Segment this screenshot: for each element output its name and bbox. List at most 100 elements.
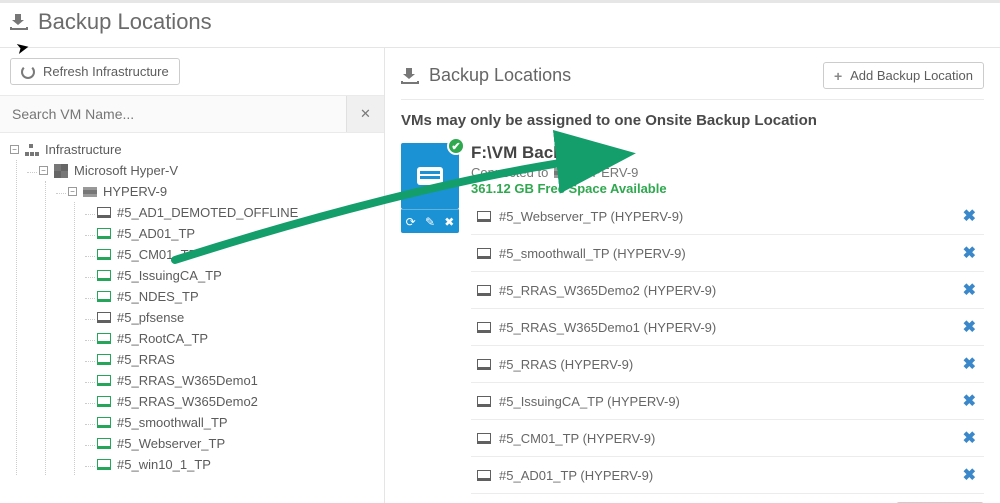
vm-monitor-icon [97, 249, 111, 260]
tree-vm-label: #5_AD1_DEMOTED_OFFLINE [117, 205, 298, 220]
tree-vm-item[interactable]: #5_RRAS_W365Demo1 [93, 370, 378, 391]
remove-vm-button[interactable]: ✖ [963, 428, 976, 448]
vm-monitor-icon [97, 228, 111, 239]
location-meta: F:\VM Backup 9\ Connected to HYPERV-9 36… [471, 143, 984, 503]
download-icon [10, 14, 28, 30]
assigned-vm-label: #5_RRAS_W365Demo2 (HYPERV-9) [499, 283, 716, 298]
refresh-button[interactable]: Refresh Infrastructure [10, 58, 180, 85]
tree-vm-item[interactable]: #5_pfsense [93, 307, 378, 328]
remove-vm-button[interactable]: ✖ [963, 243, 976, 263]
vm-monitor-icon [477, 285, 491, 296]
vm-monitor-icon [97, 207, 111, 218]
remove-vm-button[interactable]: ✖ [963, 465, 976, 485]
tree-hypervisor[interactable]: − Microsoft Hyper-V [35, 160, 378, 181]
tree-host[interactable]: − HYPERV-9 [64, 181, 378, 202]
tree-vm-item[interactable]: #5_win10_1_TP [93, 454, 378, 475]
assigned-vm-label: #5_IssuingCA_TP (HYPERV-9) [499, 394, 680, 409]
refresh-icon [21, 65, 35, 79]
vm-monitor-icon [97, 459, 111, 470]
collapse-toggle-icon[interactable]: − [39, 166, 48, 175]
refresh-row: Refresh Infrastructure [0, 48, 384, 96]
page-header: Backup Locations [0, 0, 1000, 48]
assigned-row: #5_IssuingCA_TP (HYPERV-9) ✖ [471, 383, 984, 420]
vm-monitor-icon [97, 375, 111, 386]
collapse-toggle-icon[interactable]: − [68, 187, 77, 196]
location-refresh-button[interactable]: ⟳ [406, 215, 416, 229]
status-ok-icon: ✔ [447, 137, 465, 155]
tree-vm-label: #5_win10_1_TP [117, 457, 211, 472]
infrastructure-icon [25, 144, 39, 156]
vm-monitor-icon [477, 322, 491, 333]
location-delete-button[interactable]: ✖ [444, 215, 454, 229]
location-status-text: Connected to [471, 165, 548, 180]
location-edit-button[interactable]: ✎ [425, 215, 435, 229]
vm-tree-scroll[interactable]: − Infrastructure − Microsoft Hyper-V [0, 133, 384, 503]
assigned-row: #5_CM01_TP (HYPERV-9)✖ [471, 420, 984, 457]
server-icon [83, 187, 97, 197]
assigned-vm-list: #5_Webserver_TP (HYPERV-9)✖ #5_smoothwall… [471, 198, 984, 494]
vm-monitor-icon [477, 433, 491, 444]
vm-monitor-icon [477, 470, 491, 481]
assigned-vm-label: #5_smoothwall_TP (HYPERV-9) [499, 246, 686, 261]
right-panel: Backup Locations + Add Backup Location V… [385, 48, 1000, 503]
tree-vm-label: #5_CM01_TP [117, 247, 197, 262]
vm-monitor-icon [97, 438, 111, 449]
vm-monitor-icon [97, 291, 111, 302]
remove-vm-button[interactable]: ✖ [963, 206, 976, 226]
vm-monitor-icon [97, 396, 111, 407]
backup-location-card: ✔ ⟳ ✎ ✖ F:\VM Backup 9\ Connected to HYP… [401, 143, 984, 503]
windows-icon [54, 164, 68, 178]
vm-monitor-icon [477, 248, 491, 259]
tree-vm-item[interactable]: #5_AD01_TP [93, 223, 378, 244]
search-row: ✕ [0, 96, 384, 133]
remove-vm-button[interactable]: ✖ [963, 391, 976, 411]
tree-vm-label: #5_pfsense [117, 310, 184, 325]
tree-vm-item[interactable]: #5_NDES_TP [93, 286, 378, 307]
vm-monitor-icon [97, 270, 111, 281]
tree-vm-label: #5_RRAS_W365Demo2 [117, 394, 258, 409]
location-host: HYPERV-9 [574, 165, 638, 180]
add-location-label: Add Backup Location [850, 68, 973, 83]
remove-vm-button[interactable]: ✖ [963, 317, 976, 337]
right-header: Backup Locations + Add Backup Location [401, 62, 984, 100]
location-free-space: 361.12 GB Free Space Available [471, 181, 984, 196]
onsite-note: VMs may only be assigned to one Onsite B… [401, 100, 984, 143]
tree-root-label: Infrastructure [45, 142, 122, 157]
tree-vm-item[interactable]: #5_RRAS_W365Demo2 [93, 391, 378, 412]
search-input[interactable] [0, 96, 346, 132]
assigned-row: #5_RRAS (HYPERV-9)✖ [471, 346, 984, 383]
add-location-button[interactable]: + Add Backup Location [823, 62, 984, 89]
location-actions: ⟳ ✎ ✖ [401, 209, 459, 233]
tree-vm-label: #5_RRAS [117, 352, 175, 367]
remove-vm-button[interactable]: ✖ [963, 280, 976, 300]
right-title: Backup Locations [429, 65, 571, 86]
left-panel: Refresh Infrastructure ✕ − Infrastructur… [0, 48, 385, 503]
remove-vm-button[interactable]: ✖ [963, 354, 976, 374]
tree-vm-item[interactable]: #5_Webserver_TP [93, 433, 378, 454]
tree-vm-label: #5_AD01_TP [117, 226, 195, 241]
assigned-row: #5_Webserver_TP (HYPERV-9)✖ [471, 198, 984, 235]
plus-icon: + [834, 69, 842, 83]
collapse-toggle-icon[interactable]: − [10, 145, 19, 154]
tree-vm-item[interactable]: #5_RootCA_TP [93, 328, 378, 349]
disk-tile: ✔ [401, 143, 459, 209]
vm-monitor-icon [97, 417, 111, 428]
tree-vm-item[interactable]: #5_IssuingCA_TP [93, 265, 378, 286]
tree-vm-item[interactable]: #5_AD1_DEMOTED_OFFLINE [93, 202, 378, 223]
assigned-vm-label: #5_RRAS_W365Demo1 (HYPERV-9) [499, 320, 716, 335]
tree-vm-item[interactable]: #5_CM01_TP [93, 244, 378, 265]
tree-vm-item[interactable]: #5_RRAS [93, 349, 378, 370]
tree-vm-label: #5_IssuingCA_TP [117, 268, 222, 283]
disk-icon [417, 167, 443, 185]
page-title: Backup Locations [38, 9, 212, 35]
tree-vm-label: #5_Webserver_TP [117, 436, 225, 451]
vm-monitor-icon [97, 312, 111, 323]
assigned-row: #5_AD01_TP (HYPERV-9)✖ [471, 457, 984, 494]
tree-root[interactable]: − Infrastructure [6, 139, 378, 160]
assigned-row: #5_RRAS_W365Demo2 (HYPERV-9) ✖ [471, 272, 984, 309]
tree-hypervisor-label: Microsoft Hyper-V [74, 163, 178, 178]
tree-vm-item[interactable]: #5_smoothwall_TP [93, 412, 378, 433]
tree-vm-label: #5_smoothwall_TP [117, 415, 228, 430]
clear-search-button[interactable]: ✕ [346, 96, 384, 132]
tree-vm-label: #5_RRAS_W365Demo1 [117, 373, 258, 388]
